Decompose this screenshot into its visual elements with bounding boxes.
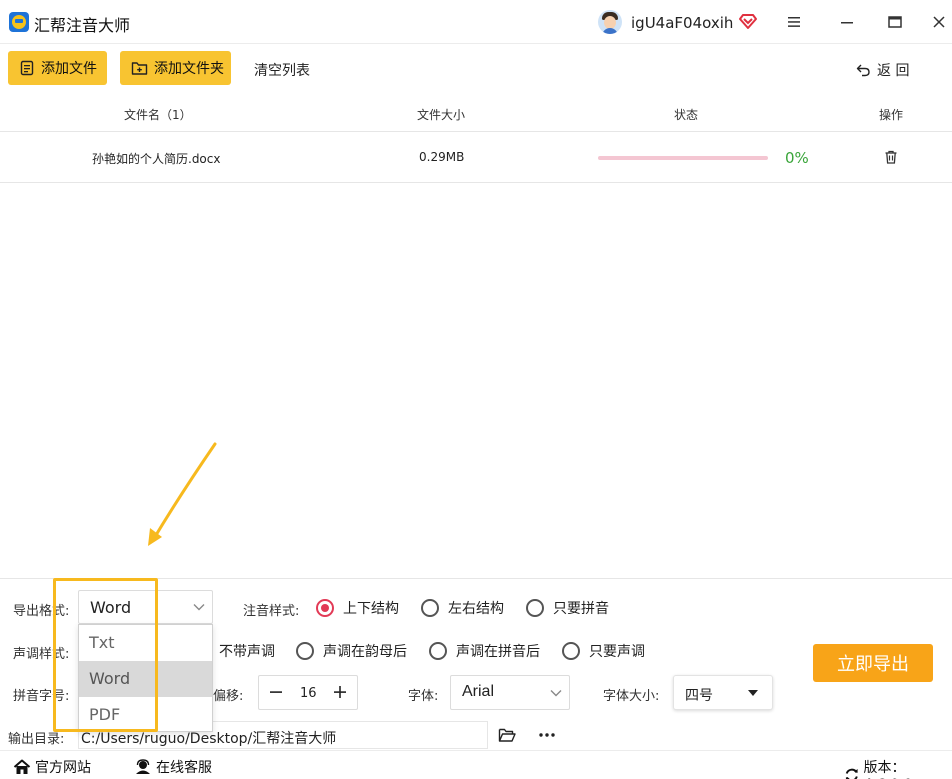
export-now-button[interactable]: 立即导出 [813,644,933,682]
refresh-icon [845,768,858,779]
radio-label: 只要声调 [589,644,645,660]
file-add-icon [20,60,34,76]
add-file-button[interactable]: 添加文件 [8,51,107,85]
caret-down-icon [748,690,758,696]
column-header-size: 文件大小 [417,108,466,122]
radio-annotation-top-bottom[interactable]: 上下结构 [316,598,399,618]
radio-indicator [296,642,314,660]
menu-icon[interactable] [786,14,802,30]
avatar-icon[interactable] [598,10,622,34]
version-info: 版本：4.6.0.0 [844,757,952,779]
offset-value: 16 [300,686,317,701]
back-button[interactable]: 返 回 [856,60,909,80]
radio-indicator [316,599,334,617]
more-icon[interactable] [538,732,556,738]
radio-label: 上下结构 [343,601,399,617]
radio-label: 声调在拼音后 [456,644,540,660]
radio-tone-after-pinyin[interactable]: 声调在拼音后 [429,641,540,661]
website-link[interactable]: 官方网站 [13,757,91,777]
support-link[interactable]: 在线客服 [134,757,212,777]
version-label: 版本：4.6.0.0 [863,760,913,779]
file-size: 0.29MB [419,150,465,164]
folder-add-icon [131,62,148,75]
add-folder-button[interactable]: 添加文件夹 [120,51,231,85]
support-label: 在线客服 [156,760,212,776]
add-folder-label: 添加文件夹 [154,61,224,77]
radio-annotation-left-right[interactable]: 左右结构 [421,598,504,618]
font-select[interactable]: Arial [450,675,570,710]
font-size-label: 字体大小: [603,689,660,704]
font-label: 字体: [408,689,439,704]
clear-list-button[interactable]: 清空列表 [254,60,310,80]
minimize-icon[interactable] [839,14,855,30]
column-header-status: 状态 [674,108,699,122]
offset-stepper[interactable]: 16 [258,675,358,710]
radio-annotation-pinyin-only[interactable]: 只要拼音 [526,598,609,618]
table-header: 文件名（1） 文件大小 状态 操作 [0,96,952,132]
annotation-arrow [148,442,217,546]
annotation-style-label: 注音样式: [243,604,300,619]
font-size-value: 四号 [685,688,713,704]
home-icon [13,759,31,774]
close-icon[interactable] [931,14,947,30]
chevron-down-icon [550,690,562,697]
website-label: 官方网站 [35,760,91,776]
progress-text: 0% [785,149,809,167]
status-bar: 官方网站 在线客服 版本：4.6.0.0 [0,750,952,779]
font-value: Arial [462,683,495,700]
highlight-frame [53,578,158,732]
vip-icon[interactable] [738,11,758,31]
trash-icon[interactable] [883,149,899,165]
app-title: 汇帮注音大师 [34,16,131,35]
table-row[interactable]: 孙艳如的个人简历.docx 0.29MB 0% [0,133,952,183]
support-icon [136,759,150,774]
column-header-actions: 操作 [879,108,904,122]
radio-label: 只要拼音 [553,601,609,617]
minus-icon[interactable] [268,684,284,700]
radio-indicator [562,642,580,660]
maximize-icon[interactable] [887,14,903,30]
back-label: 返 回 [877,63,910,79]
radio-tone-after-final[interactable]: 声调在韵母后 [296,641,407,661]
radio-label: 左右结构 [448,601,504,617]
column-header-filename: 文件名（1） [124,108,192,122]
chevron-down-icon [193,604,205,611]
font-size-select[interactable]: 四号 [673,675,773,710]
radio-indicator [429,642,447,660]
radio-indicator [526,599,544,617]
username[interactable]: igU4aF04oxih [631,14,733,32]
add-file-label: 添加文件 [41,61,97,77]
folder-open-icon[interactable] [498,727,516,743]
file-name: 孙艳如的个人简历.docx [92,152,221,166]
app-logo-icon [9,12,29,32]
radio-indicator [421,599,439,617]
radio-tone-only[interactable]: 只要声调 [562,641,645,661]
radio-label: 声调在韵母后 [323,644,407,660]
radio-label: 不带声调 [219,644,275,660]
progress-bar [598,156,768,160]
plus-icon[interactable] [332,684,348,700]
title-bar [0,0,952,44]
back-icon [856,64,870,77]
